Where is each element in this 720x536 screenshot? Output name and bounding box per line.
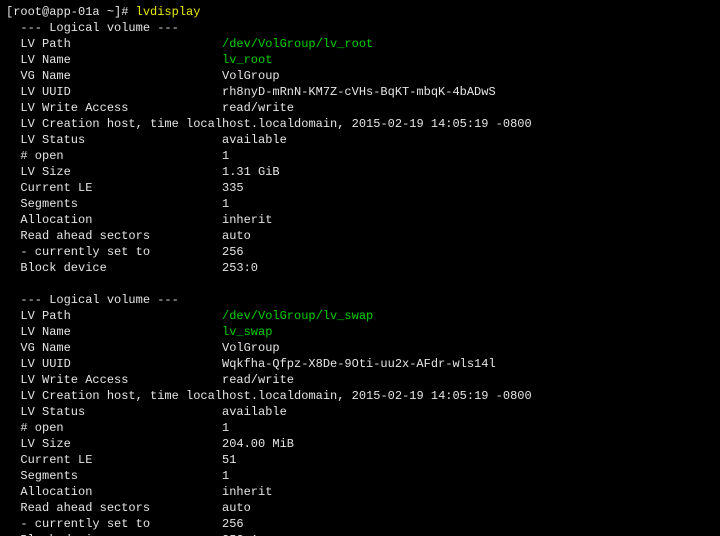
field-label: Allocation xyxy=(6,484,222,500)
field-value: auto xyxy=(222,501,251,515)
field-value: 256 xyxy=(222,245,244,259)
field-value: lv_swap xyxy=(222,325,272,339)
field-value: /dev/VolGroup/lv_root xyxy=(222,37,373,51)
section-header: --- Logical volume --- xyxy=(6,20,714,36)
output-row: Block device253:1 xyxy=(6,532,714,536)
field-value: 1 xyxy=(222,149,229,163)
field-value: inherit xyxy=(222,485,272,499)
output-row: Allocationinherit xyxy=(6,212,714,228)
field-label: LV UUID xyxy=(6,356,222,372)
field-value: 335 xyxy=(222,181,244,195)
field-value: Wqkfha-Qfpz-X8De-9Oti-uu2x-AFdr-wls14l xyxy=(222,357,496,371)
field-label: LV Write Access xyxy=(6,372,222,388)
field-label: Block device xyxy=(6,532,222,536)
field-label: LV Path xyxy=(6,308,222,324)
output-row: Segments1 xyxy=(6,196,714,212)
output-row: Block device253:0 xyxy=(6,260,714,276)
output-row: Read ahead sectorsauto xyxy=(6,228,714,244)
output-row: LV Path/dev/VolGroup/lv_root xyxy=(6,36,714,52)
field-value: lv_root xyxy=(222,53,272,67)
field-label: Segments xyxy=(6,196,222,212)
command: lvdisplay xyxy=(136,5,201,19)
field-value: localhost.localdomain, 2015-02-19 14:05:… xyxy=(186,117,532,131)
field-label: LV Status xyxy=(6,404,222,420)
output-row: LV Write Accessread/write xyxy=(6,372,714,388)
field-value: 1 xyxy=(222,469,229,483)
field-label: Read ahead sectors xyxy=(6,228,222,244)
output-row: LV Statusavailable xyxy=(6,132,714,148)
field-value: rh8nyD-mRnN-KM7Z-cVHs-BqKT-mbqK-4bADwS xyxy=(222,85,496,99)
field-value: /dev/VolGroup/lv_swap xyxy=(222,309,373,323)
field-label: LV Size xyxy=(6,436,222,452)
field-label: Segments xyxy=(6,468,222,484)
field-label: LV Name xyxy=(6,52,222,68)
output-row: Current LE335 xyxy=(6,180,714,196)
output-row: - currently set to256 xyxy=(6,244,714,260)
output-row: Allocationinherit xyxy=(6,484,714,500)
field-value: read/write xyxy=(222,101,294,115)
terminal-output[interactable]: [root@app-01a ~]# lvdisplay --- Logical … xyxy=(0,0,720,536)
output-row: Segments1 xyxy=(6,468,714,484)
field-label: Read ahead sectors xyxy=(6,500,222,516)
output-row: LV Namelv_root xyxy=(6,52,714,68)
field-value: 1 xyxy=(222,197,229,211)
section-header: --- Logical volume --- xyxy=(6,292,714,308)
field-label: LV Size xyxy=(6,164,222,180)
field-value: VolGroup xyxy=(222,69,280,83)
output-row: LV UUIDrh8nyD-mRnN-KM7Z-cVHs-BqKT-mbqK-4… xyxy=(6,84,714,100)
field-label: LV Status xyxy=(6,132,222,148)
field-value: available xyxy=(222,405,287,419)
field-value: 51 xyxy=(222,453,236,467)
output-row: # open1 xyxy=(6,420,714,436)
field-value: auto xyxy=(222,229,251,243)
field-label: LV Name xyxy=(6,324,222,340)
field-label: Current LE xyxy=(6,452,222,468)
field-label: LV Path xyxy=(6,36,222,52)
output-row: Read ahead sectorsauto xyxy=(6,500,714,516)
field-label: Current LE xyxy=(6,180,222,196)
prompt-line: [root@app-01a ~]# lvdisplay xyxy=(6,4,714,20)
field-value: localhost.localdomain, 2015-02-19 14:05:… xyxy=(186,389,532,403)
field-label: VG Name xyxy=(6,340,222,356)
output-row: LV Creation host, time localhost.localdo… xyxy=(6,116,714,132)
output-row: Current LE51 xyxy=(6,452,714,468)
field-value: read/write xyxy=(222,373,294,387)
output-row: LV UUIDWqkfha-Qfpz-X8De-9Oti-uu2x-AFdr-w… xyxy=(6,356,714,372)
output-row: LV Namelv_swap xyxy=(6,324,714,340)
field-value: 253:0 xyxy=(222,261,258,275)
field-label: VG Name xyxy=(6,68,222,84)
output-row: LV Size204.00 MiB xyxy=(6,436,714,452)
field-label: # open xyxy=(6,148,222,164)
output-row: VG NameVolGroup xyxy=(6,340,714,356)
field-label: LV Creation host, time xyxy=(6,388,186,404)
output-row: LV Statusavailable xyxy=(6,404,714,420)
shell-prompt: [root@app-01a ~]# xyxy=(6,5,136,19)
field-label: Block device xyxy=(6,260,222,276)
field-label: LV Write Access xyxy=(6,100,222,116)
field-value: 1.31 GiB xyxy=(222,165,280,179)
output-row: - currently set to256 xyxy=(6,516,714,532)
output-row: VG NameVolGroup xyxy=(6,68,714,84)
field-label: # open xyxy=(6,420,222,436)
field-label: LV Creation host, time xyxy=(6,116,186,132)
output-row: LV Creation host, time localhost.localdo… xyxy=(6,388,714,404)
command-output: --- Logical volume --- LV Path/dev/VolGr… xyxy=(6,20,714,536)
output-row: LV Write Accessread/write xyxy=(6,100,714,116)
field-label: - currently set to xyxy=(6,516,222,532)
field-value: inherit xyxy=(222,213,272,227)
field-value: VolGroup xyxy=(222,341,280,355)
field-label: - currently set to xyxy=(6,244,222,260)
field-label: Allocation xyxy=(6,212,222,228)
field-value: 1 xyxy=(222,421,229,435)
output-row: # open1 xyxy=(6,148,714,164)
field-value: 204.00 MiB xyxy=(222,437,294,451)
blank-line xyxy=(6,276,714,292)
output-row: LV Size1.31 GiB xyxy=(6,164,714,180)
field-value: available xyxy=(222,133,287,147)
field-value: 256 xyxy=(222,517,244,531)
output-row: LV Path/dev/VolGroup/lv_swap xyxy=(6,308,714,324)
field-label: LV UUID xyxy=(6,84,222,100)
